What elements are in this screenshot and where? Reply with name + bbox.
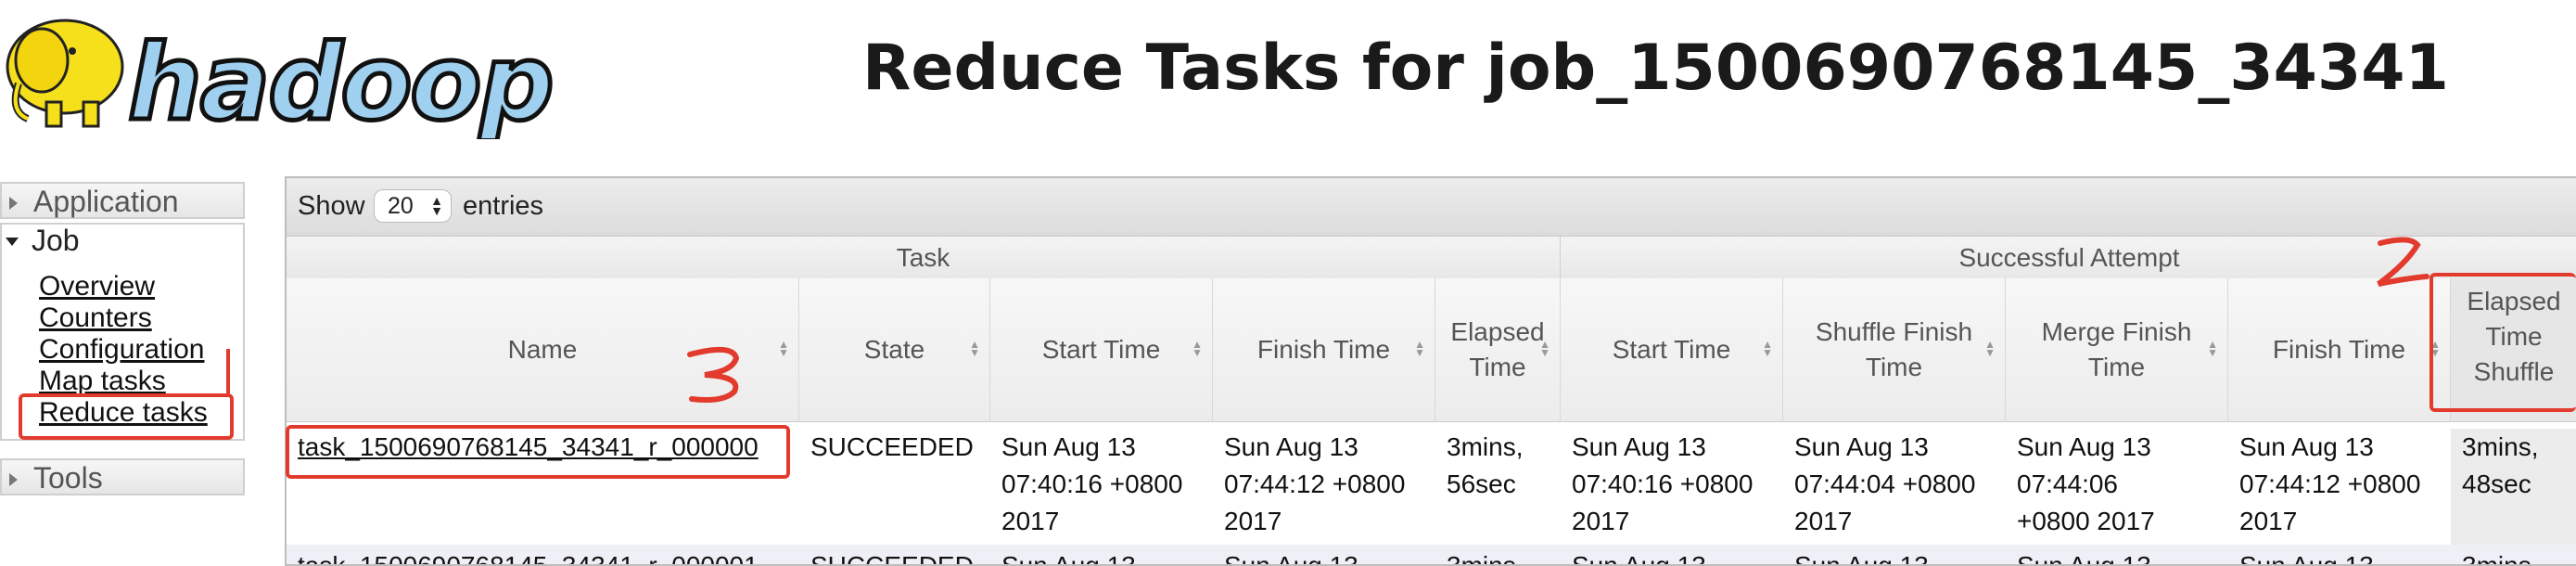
table-cell-merge-finish: Sun Aug 13 07:44:06 +0800 2017 bbox=[2017, 432, 2155, 535]
col-header-start-time[interactable]: Start Time ▲ ▼ bbox=[990, 278, 1213, 422]
entries-label: entries bbox=[463, 191, 544, 221]
col-header-attempt-start-time[interactable]: Start Time ▲ ▼ bbox=[1561, 278, 1783, 422]
annotation-box-reduce-tasks bbox=[19, 393, 234, 440]
col-header-merge-finish-time[interactable]: Merge Finish Time ▲ ▼ bbox=[2006, 278, 2228, 422]
logo-text: hadoop bbox=[128, 23, 553, 139]
table-cell-name[interactable]: task_1500690768145_34341_r_000001 bbox=[287, 547, 799, 564]
table-cell-elapsed-shuffle: 3mins bbox=[2462, 551, 2531, 566]
chevron-right-icon bbox=[9, 473, 18, 486]
table-cell-finish: Sun Aug 13 07:44:12 +0800 2017 bbox=[1224, 432, 1406, 535]
sidebar-section-tools[interactable]: Tools bbox=[0, 458, 245, 495]
table-cell-attempt-start: Sun Aug 13 07:40:16 +0800 2017 bbox=[1572, 432, 1753, 535]
table-cell-attempt-finish: Sun Aug 13 bbox=[2239, 551, 2374, 566]
col-header-finish-time[interactable]: Finish Time ▲ ▼ bbox=[1213, 278, 1435, 422]
elephant-icon bbox=[6, 19, 124, 128]
sidebar-link-overview[interactable]: Overview bbox=[39, 271, 155, 302]
table-cell-attempt-finish: Sun Aug 13 07:44:12 +0800 2017 bbox=[2239, 432, 2421, 535]
table-cell-shuffle-finish: Sun Aug 13 bbox=[1794, 551, 1929, 566]
sort-icon: ▲ ▼ bbox=[1984, 338, 1996, 359]
reduce-tasks-table: Show 20 ▲ ▼ entries Task Successful Attem… bbox=[285, 176, 2576, 566]
updown-icon: ▲ ▼ bbox=[430, 193, 443, 218]
table-toolbar: Show 20 ▲ ▼ entries bbox=[287, 178, 2576, 237]
annotation-mark bbox=[226, 349, 230, 393]
col-header-shuffle-finish-time[interactable]: Shuffle Finish Time ▲ ▼ bbox=[1783, 278, 2006, 422]
sort-icon: ▲ ▼ bbox=[1414, 338, 1425, 359]
annotation-number-3 bbox=[687, 346, 740, 403]
table-cell-state: SUCCEEDED bbox=[810, 432, 974, 461]
sort-icon: ▲ ▼ bbox=[778, 338, 789, 359]
show-label: Show bbox=[298, 191, 365, 221]
annotation-box-elapsed-shuffle bbox=[2429, 273, 2576, 412]
table-cell-elapsed-shuffle: 3mins, 48sec bbox=[2451, 429, 2576, 554]
table-cell-shuffle-finish: Sun Aug 13 07:44:04 +0800 2017 bbox=[1794, 432, 1976, 535]
table-cell-merge-finish: Sun Aug 13 bbox=[2017, 551, 2151, 566]
annotation-box-task-name bbox=[286, 425, 790, 479]
sidebar-section-application[interactable]: Application bbox=[0, 182, 245, 219]
hadoop-logo: hadoop bbox=[6, 19, 556, 139]
sidebar-link-map-tasks[interactable]: Map tasks bbox=[39, 366, 166, 397]
table-cell-start: Sun Aug 13 bbox=[1001, 551, 1136, 566]
sort-icon: ▲ ▼ bbox=[969, 338, 980, 359]
table-cell-attempt-start: Sun Aug 13 bbox=[1572, 551, 1706, 566]
sidebar-link-configuration[interactable]: Configuration bbox=[39, 334, 204, 366]
entries-select[interactable]: 20 ▲ ▼ bbox=[374, 189, 452, 223]
group-header-task: Task bbox=[287, 237, 1561, 279]
table-cell-finish: Sun Aug 13 bbox=[1224, 551, 1358, 566]
page-title: Reduce Tasks for job_1500690768145_34341 bbox=[862, 32, 2449, 105]
table-cell-state: SUCCEEDED bbox=[810, 551, 974, 566]
sort-icon: ▲ ▼ bbox=[1762, 338, 1773, 359]
table-cell-start: Sun Aug 13 07:40:16 +0800 2017 bbox=[1001, 432, 1183, 535]
sort-icon: ▲ ▼ bbox=[1192, 338, 1203, 359]
chevron-right-icon bbox=[9, 197, 18, 210]
table-cell-elapsed: 3mins bbox=[1447, 551, 1516, 566]
sort-icon: ▲ ▼ bbox=[1539, 338, 1550, 359]
col-header-state[interactable]: State ▲ ▼ bbox=[799, 278, 990, 422]
table-cell-elapsed: 3mins, 56sec bbox=[1447, 432, 1524, 498]
col-header-elapsed-time[interactable]: Elapsed Time ▲ ▼ bbox=[1435, 278, 1561, 422]
sort-icon: ▲ ▼ bbox=[2207, 338, 2218, 359]
col-header-attempt-finish-time[interactable]: Finish Time ▲ ▼ bbox=[2228, 278, 2451, 422]
annotation-number-2 bbox=[2377, 237, 2429, 287]
task-link[interactable]: task_1500690768145_34341_r_000001 bbox=[298, 551, 759, 564]
sidebar-link-counters[interactable]: Counters bbox=[39, 302, 152, 334]
